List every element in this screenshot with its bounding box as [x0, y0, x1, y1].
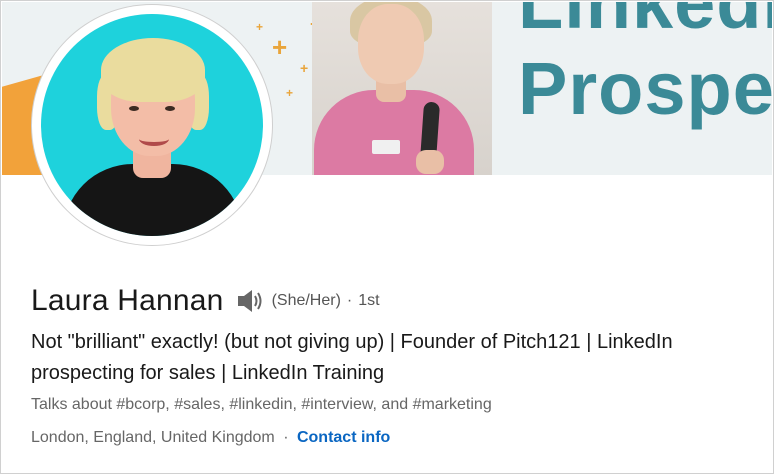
- sparkle-icon: +: [300, 60, 309, 76]
- location: London, England, United Kingdom: [31, 429, 275, 446]
- avatar: [41, 14, 263, 236]
- banner-speaker-photo: [312, 2, 492, 175]
- separator-dot: ·: [346, 292, 353, 309]
- speaker-icon[interactable]: [236, 288, 266, 314]
- sparkle-icon: +: [286, 86, 294, 100]
- profile-headline: Not "brilliant" exactly! (but not giving…: [31, 331, 673, 384]
- location-row: London, England, United Kingdom · Contac…: [31, 429, 390, 447]
- sparkle-icon: +: [256, 20, 264, 34]
- contact-info-link[interactable]: Contact info: [297, 429, 390, 446]
- profile-photo[interactable]: [32, 5, 272, 245]
- profile-name: Laura Hannan: [31, 284, 224, 317]
- pronouns: (She/Her): [271, 292, 341, 309]
- banner-title-line2: Prospec: [518, 47, 772, 130]
- banner-title-line1: LinkedIn: [518, 2, 772, 44]
- talks-about: Talks about #bcorp, #sales, #linkedin, #…: [31, 396, 492, 413]
- separator-dot: ·: [283, 429, 289, 446]
- profile-name-row: Laura Hannan (She/Her) · 1st: [31, 284, 380, 318]
- sparkle-icon: +: [272, 32, 288, 62]
- connection-degree: 1st: [358, 292, 380, 309]
